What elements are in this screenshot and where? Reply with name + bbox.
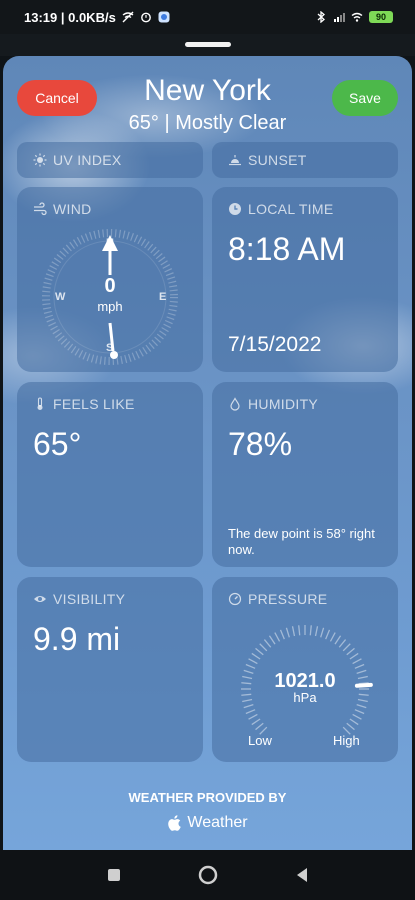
sunset-icon (229, 155, 241, 166)
pressure-gauge-tick (248, 658, 258, 665)
apple-logo-icon (168, 815, 182, 831)
sunset-tile[interactable]: SUNSET (212, 142, 398, 178)
weather-sheet: Cancel New York 65° | Mostly Clear Save … (3, 56, 412, 850)
pressure-label: PRESSURE (248, 591, 328, 607)
back-button[interactable] (290, 863, 314, 887)
pressure-unit: hPa (293, 690, 317, 705)
system-navigation-bar (0, 850, 415, 900)
home-button[interactable] (196, 863, 220, 887)
wind-label: WIND (53, 201, 92, 217)
pressure-gauge-tick (352, 658, 362, 665)
save-button[interactable]: Save (332, 80, 398, 116)
pressure-gauge-tick (285, 627, 290, 638)
status-time: 13:19 | 0.0KB/s (24, 9, 116, 25)
square-icon (107, 869, 120, 881)
pressure-gauge-tick (349, 718, 359, 726)
pressure-gauge-tick (263, 639, 272, 648)
pressure-gauge-tick (279, 629, 285, 640)
weather-brand[interactable]: Weather (3, 814, 412, 832)
pressure-gauge-tick (274, 632, 281, 642)
pressure-gauge-tick (329, 632, 336, 642)
pressure-gauge-tick (268, 635, 276, 645)
battery-icon: 90 (369, 11, 393, 23)
status-bar: 13:19 | 0.0KB/s 90 (0, 0, 415, 34)
sheet-grabber[interactable] (185, 42, 231, 47)
pressure-gauge-tick (320, 627, 325, 638)
pressure-gauge-tick (334, 635, 342, 645)
local-time-value: 8:18 AM (228, 231, 346, 267)
wifi-icon (351, 12, 363, 22)
humidity-label: HUMIDITY (248, 396, 319, 412)
wind-unit: mph (97, 299, 123, 314)
triangle-back-icon (296, 868, 307, 882)
pressure-gauge-tick (356, 704, 367, 709)
pressure-low-label: Low (248, 733, 272, 748)
pressure-gauge-tick (255, 722, 264, 731)
visibility-value: 9.9 mi (33, 621, 121, 657)
signal-icon (334, 13, 345, 22)
sunset-label: SUNSET (248, 152, 307, 168)
feels-like-value: 65° (33, 426, 82, 462)
dew-point-note: The dew point is 58° right now. (228, 526, 375, 557)
eye-icon (34, 596, 46, 602)
thermometer-icon (37, 397, 43, 410)
pressure-gauge-tick (298, 625, 301, 636)
pressure-gauge-tick (259, 643, 268, 652)
app-notification-icon (158, 11, 170, 23)
droplet-icon (230, 397, 240, 411)
pressure-gauge-tick (342, 643, 351, 652)
pressure-gauge-tick (251, 652, 261, 660)
feels-like-tile[interactable]: FEELS LIKE 65° (17, 382, 203, 567)
pressure-gauge-tick (255, 647, 264, 656)
feels-like-label: FEELS LIKE (53, 396, 135, 412)
compass-north: N (106, 237, 114, 249)
weather-brand-label: Weather (187, 814, 248, 831)
wind-speed: 0 (104, 275, 116, 297)
pressure-gauge-tick (248, 713, 258, 720)
pressure-tile[interactable]: PRESSURE 1021.0 hPa Low High (212, 577, 398, 762)
uv-index-tile[interactable]: UV INDEX (17, 142, 203, 178)
header: Cancel New York 65° | Mostly Clear Save (3, 56, 412, 142)
pressure-gauge-tick (346, 722, 355, 731)
pressure-gauge-tick (349, 652, 359, 660)
compass-south: S (106, 342, 114, 354)
pressure-gauge-tick (346, 647, 355, 656)
wifi-off-icon (122, 11, 134, 23)
pressure-gauge-tick (245, 663, 256, 669)
uv-index-label: UV INDEX (53, 152, 122, 168)
pressure-gauge-tick (338, 639, 347, 648)
wind-icon (34, 202, 47, 216)
footer-title: WEATHER PROVIDED BY (128, 790, 287, 805)
local-time-tile[interactable]: LOCAL TIME 8:18 AM 7/15/2022 (212, 187, 398, 372)
pressure-gauge-tick (291, 626, 296, 637)
pressure-gauge-tick (245, 709, 256, 715)
gauge-icon (228, 592, 242, 606)
recents-button[interactable] (102, 863, 126, 887)
circle-icon (198, 865, 217, 885)
pressure-gauge-tick (309, 625, 312, 636)
pressure-gauge-tick (251, 718, 261, 726)
pressure-gauge-tick (243, 704, 254, 709)
pressure-high-label: High (333, 733, 360, 748)
pressure-gauge-tick (354, 709, 365, 715)
local-date-value: 7/15/2022 (228, 333, 322, 356)
humidity-value: 78% (228, 426, 293, 462)
alarm-icon (140, 12, 151, 23)
pressure-gauge-tick (354, 663, 365, 669)
sun-icon (33, 153, 47, 167)
local-time-label: LOCAL TIME (248, 201, 334, 217)
visibility-tile[interactable]: VISIBILITY 9.9 mi (17, 577, 203, 762)
clock-icon (229, 203, 241, 215)
pressure-gauge-tick (352, 713, 362, 720)
bluetooth-icon (317, 11, 325, 23)
visibility-label: VISIBILITY (53, 591, 126, 607)
wind-tile[interactable]: WIND N E S W 0 mph (17, 187, 203, 372)
pressure-gauge-tick (314, 626, 319, 637)
humidity-tile[interactable]: HUMIDITY 78% The dew point is 58° right … (212, 382, 398, 567)
pressure-gauge-tick (325, 629, 331, 640)
